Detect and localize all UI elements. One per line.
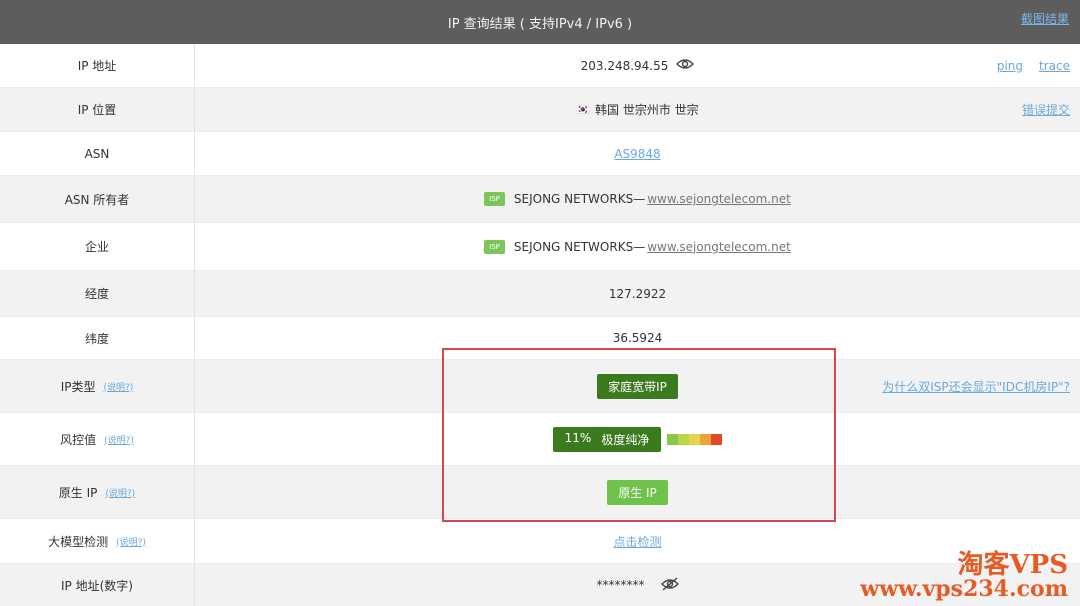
- trace-link[interactable]: trace: [1039, 59, 1070, 73]
- row-label: 大模型检测 (说明?): [0, 519, 195, 563]
- click-detect-link[interactable]: 点击检测: [613, 533, 661, 550]
- asn-owner-website-link[interactable]: www.sejongtelecom.net: [647, 192, 791, 206]
- latitude-value: 36.5924: [612, 331, 663, 345]
- company-website-link[interactable]: www.sejongtelecom.net: [647, 240, 791, 254]
- isp-badge: ISP: [484, 239, 505, 254]
- ip-address-value: 203.248.94.55: [580, 58, 669, 73]
- row-label: 风控值 (说明?): [0, 413, 195, 465]
- help-link[interactable]: (说明?): [105, 486, 135, 499]
- row-label: 经度: [0, 271, 195, 316]
- row-value: 127.2922: [195, 271, 1080, 316]
- row-ip-location: IP 位置 🇰🇷 韩国 世宗州市 世宗 错误提交: [0, 88, 1080, 132]
- row-asn: ASN AS9848: [0, 132, 1080, 176]
- row-label: ASN 所有者: [0, 176, 195, 222]
- korea-flag-icon: 🇰🇷: [576, 103, 591, 116]
- row-label: IP 位置: [0, 88, 195, 131]
- row-asn-owner: ASN 所有者 ISP SEJONG NETWORKS— www.sejongt…: [0, 176, 1080, 223]
- isp-badge: ISP: [484, 192, 505, 206]
- row-company: 企业 ISP SEJONG NETWORKS— www.sejongteleco…: [0, 223, 1080, 271]
- header-title: IP 查询结果 ( 支持IPv4 / IPv6 ): [447, 16, 633, 32]
- row-label: IP类型 (说明?): [0, 360, 195, 412]
- row-label: IP 地址: [0, 44, 195, 87]
- watermark: 淘客VPS www.vps234.com: [860, 552, 1068, 600]
- asn-link[interactable]: AS9848: [614, 147, 660, 161]
- longitude-value: 127.2922: [608, 286, 667, 301]
- results-header: IP 查询结果 ( 支持IPv4 / IPv6 ) 截图结果: [0, 0, 1080, 44]
- help-link[interactable]: (说明?): [103, 380, 133, 393]
- llm-label: 大模型检测: [48, 534, 109, 549]
- native-label: 原生 IP: [58, 485, 98, 500]
- eye-icon[interactable]: [676, 58, 695, 73]
- row-ip-address: IP 地址 203.248.94.55 ping trace: [0, 44, 1080, 88]
- ip-numeric-value: ********: [596, 578, 645, 592]
- ping-link[interactable]: ping: [997, 59, 1023, 73]
- eye-off-icon[interactable]: [660, 576, 679, 594]
- help-link[interactable]: (说明?): [116, 535, 146, 548]
- watermark-url: www.vps234.com: [860, 576, 1068, 602]
- asn-owner-name: SEJONG NETWORKS—: [513, 192, 646, 206]
- row-label: 原生 IP (说明?): [0, 466, 195, 518]
- row-label: ASN: [0, 132, 195, 175]
- row-value: ISP SEJONG NETWORKS— www.sejongtelecom.n…: [195, 176, 1080, 222]
- highlight-box: [442, 348, 836, 522]
- row-value: ISP SEJONG NETWORKS— www.sejongtelecom.n…: [195, 223, 1080, 270]
- row-label: 纬度: [0, 317, 195, 359]
- row-value: AS9848: [195, 132, 1080, 175]
- row-label: 企业: [0, 223, 195, 270]
- report-error-link[interactable]: 错误提交: [1022, 101, 1070, 118]
- company-name: SEJONG NETWORKS—: [513, 239, 646, 254]
- ip-type-label: IP类型: [60, 379, 96, 394]
- row-label: IP 地址(数字): [0, 564, 195, 606]
- row-value: 203.248.94.55 ping trace: [195, 44, 1080, 87]
- help-link[interactable]: (说明?): [104, 433, 134, 446]
- dual-isp-faq-link[interactable]: 为什么双ISP还会显示"IDC机房IP"?: [882, 378, 1070, 395]
- location-value: 韩国 世宗州市 世宗: [595, 103, 699, 117]
- row-value: 🇰🇷 韩国 世宗州市 世宗 错误提交: [195, 88, 1080, 131]
- watermark-brand: 淘客VPS: [957, 550, 1068, 580]
- screenshot-result-link[interactable]: 截图结果: [1021, 10, 1069, 27]
- risk-label: 风控值: [60, 432, 97, 447]
- row-longitude: 经度 127.2922: [0, 271, 1080, 317]
